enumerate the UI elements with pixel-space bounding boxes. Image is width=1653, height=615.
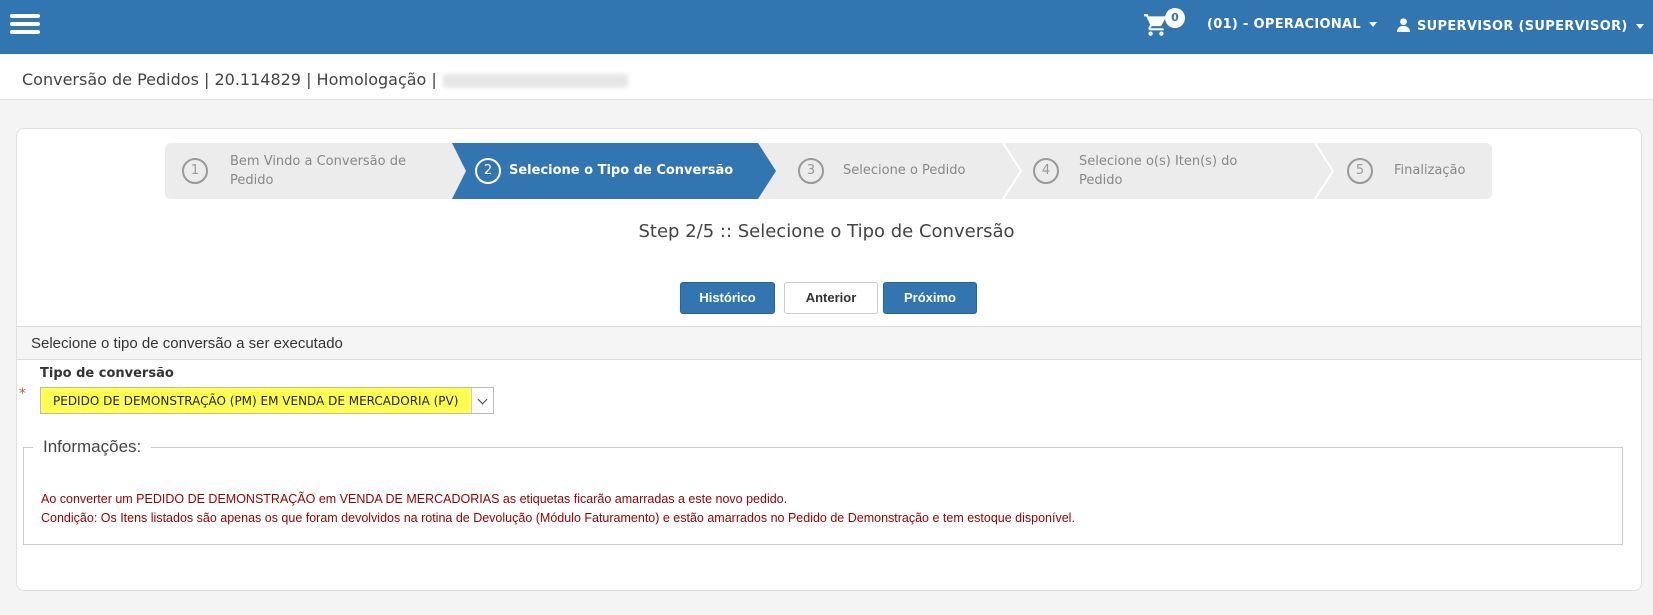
wizard-steps: 1 Bem Vindo a Conversão de Pedido 2 Sele…: [165, 143, 1492, 199]
wizard-step-4[interactable]: 4 Selecione o(s) Iten(s) do Pedido: [1021, 143, 1313, 199]
company-label: (01) - OPERACIONAL: [1207, 17, 1362, 32]
chevron-down-icon[interactable]: [471, 388, 493, 413]
wizard-step-5[interactable]: 5 Finalização: [1333, 143, 1492, 199]
step-separator: [1314, 143, 1335, 199]
required-marker: *: [19, 386, 26, 402]
info-legend: Informações:: [33, 437, 152, 457]
company-dropdown[interactable]: (01) - OPERACIONAL: [1207, 17, 1378, 32]
step-label: Selecione o Tipo de Conversão: [509, 163, 734, 178]
chevron-down-icon: [1369, 22, 1378, 27]
user-dropdown[interactable]: SUPERVISOR (SUPERVISOR): [1396, 17, 1644, 34]
step-separator: [1002, 143, 1023, 199]
tipo-conversao-label: Tipo de conversão: [40, 366, 174, 381]
step-number: 2: [475, 158, 501, 184]
cart-button[interactable]: 0: [1143, 8, 1185, 42]
step-label: Selecione o(s) Iten(s) do Pedido: [1079, 154, 1238, 188]
step-title: Step 2/5 :: Selecione o Tipo de Conversã…: [638, 221, 1015, 242]
info-line-1: Ao converter um PEDIDO DE DEMONSTRAÇÃO e…: [41, 492, 788, 506]
tipo-conversao-select[interactable]: PEDIDO DE DEMONSTRAÇÃO (PM) EM VENDA DE …: [40, 387, 494, 414]
select-value: PEDIDO DE DEMONSTRAÇÃO (PM) EM VENDA DE …: [53, 394, 459, 408]
wizard-step-1[interactable]: 1 Bem Vindo a Conversão de Pedido: [165, 143, 467, 199]
info-line-2: Condição: Os Itens listados são apenas o…: [41, 511, 1075, 525]
step-number: 3: [798, 158, 824, 184]
user-label: SUPERVISOR (SUPERVISOR): [1417, 19, 1628, 34]
wizard-step-2[interactable]: 2 Selecione o Tipo de Conversão: [466, 143, 766, 199]
wizard-step-3[interactable]: 3 Selecione o Pedido: [781, 143, 1001, 199]
top-navbar: 0 (01) - OPERACIONAL SUPERVISOR (SUPERVI…: [0, 0, 1653, 54]
cart-count-badge: 0: [1165, 8, 1185, 28]
user-icon: [1396, 18, 1411, 32]
hamburger-icon[interactable]: [10, 14, 40, 36]
step-number: 5: [1347, 158, 1373, 184]
chevron-down-icon: [1635, 24, 1644, 29]
breadcrumb: Conversão de Pedidos | 20.114829 | Homol…: [22, 70, 628, 89]
step-number: 4: [1033, 158, 1059, 184]
anterior-button[interactable]: Anterior: [784, 282, 878, 314]
historico-button[interactable]: Histórico: [680, 282, 775, 314]
step-label: Finalização: [1394, 163, 1466, 178]
step-label: Selecione o Pedido: [843, 163, 966, 178]
section-header: Selecione o tipo de conversão a ser exec…: [17, 326, 1641, 360]
step-number: 1: [182, 158, 208, 184]
step-label: Bem Vindo a Conversão de Pedido: [230, 154, 406, 188]
redacted-text: [442, 73, 628, 88]
breadcrumb-text: Conversão de Pedidos | 20.114829 | Homol…: [22, 70, 437, 89]
proximo-button[interactable]: Próximo: [883, 282, 977, 314]
breadcrumb-bar: Conversão de Pedidos | 20.114829 | Homol…: [0, 54, 1653, 100]
